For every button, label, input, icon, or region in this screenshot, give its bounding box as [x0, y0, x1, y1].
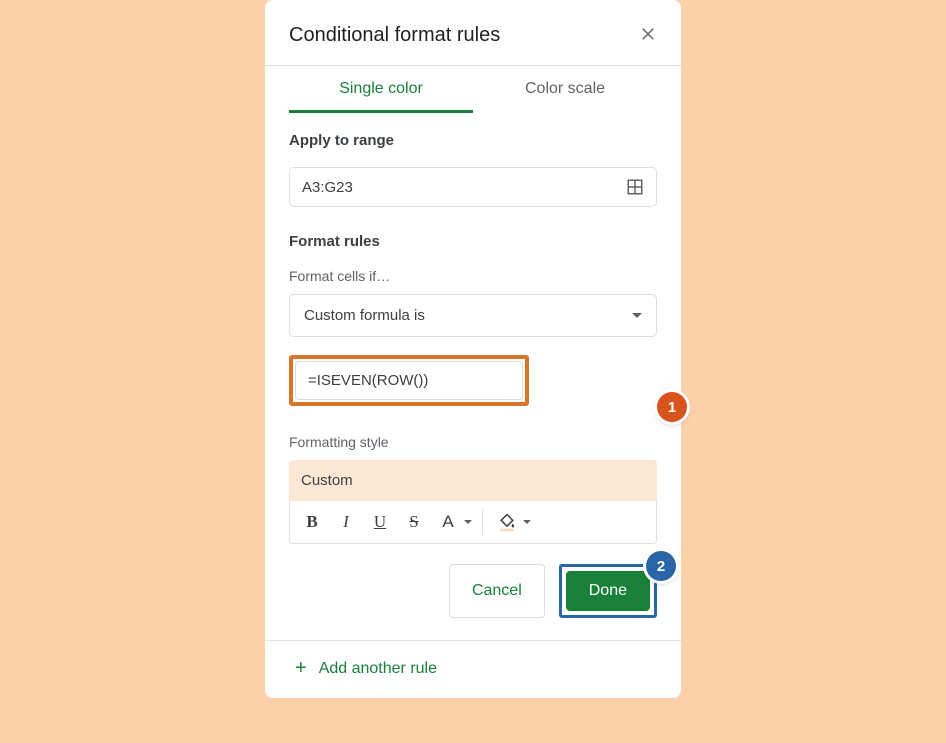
fill-color-button[interactable] — [493, 507, 521, 537]
tab-color-scale[interactable]: Color scale — [473, 66, 657, 113]
annotation-highlight-2: Done 2 — [559, 564, 657, 618]
formula-wrap: 1 — [289, 355, 657, 406]
formula-input[interactable] — [295, 361, 523, 400]
formatting-style-label: Formatting style — [289, 434, 657, 450]
annotation-highlight-1 — [289, 355, 529, 406]
conditional-format-panel: Conditional format rules Single color Co… — [265, 0, 681, 698]
annotation-callout-2: 2 — [646, 551, 676, 581]
add-rule-label: Add another rule — [319, 660, 437, 678]
tabs: Single color Color scale — [265, 66, 681, 114]
caret-down-icon — [632, 313, 642, 318]
close-icon[interactable] — [639, 25, 657, 46]
range-input-wrap[interactable] — [289, 167, 657, 207]
panel-header: Conditional format rules — [265, 0, 681, 66]
text-color-button[interactable]: A — [434, 507, 462, 537]
done-button[interactable]: Done — [566, 571, 650, 611]
toolbar-divider — [482, 509, 483, 535]
select-range-icon[interactable] — [626, 178, 644, 196]
format-cells-if-label: Format cells if… — [289, 268, 657, 284]
italic-button[interactable]: I — [332, 507, 360, 537]
panel-title: Conditional format rules — [289, 24, 500, 47]
apply-range-section: Apply to range — [265, 114, 681, 207]
button-row: Cancel Done 2 — [265, 544, 681, 641]
format-rules-section: Format rules Format cells if… Custom for… — [265, 215, 681, 544]
bold-button[interactable]: B — [298, 507, 326, 537]
caret-down-icon — [523, 520, 531, 524]
apply-range-label: Apply to range — [289, 132, 657, 149]
add-another-rule-button[interactable]: + Add another rule — [265, 641, 681, 688]
style-preview[interactable]: Custom — [289, 460, 657, 501]
strikethrough-button[interactable]: S — [400, 507, 428, 537]
format-toolbar: B I U S A — [289, 501, 657, 544]
underline-button[interactable]: U — [366, 507, 394, 537]
plus-icon: + — [295, 657, 307, 680]
tab-single-color[interactable]: Single color — [289, 66, 473, 113]
condition-dropdown[interactable]: Custom formula is — [289, 294, 657, 337]
annotation-callout-1: 1 — [657, 392, 687, 422]
range-input[interactable] — [302, 179, 626, 196]
cancel-button[interactable]: Cancel — [449, 564, 545, 618]
condition-value: Custom formula is — [304, 307, 425, 324]
caret-down-icon — [464, 520, 472, 524]
format-rules-label: Format rules — [289, 233, 657, 250]
